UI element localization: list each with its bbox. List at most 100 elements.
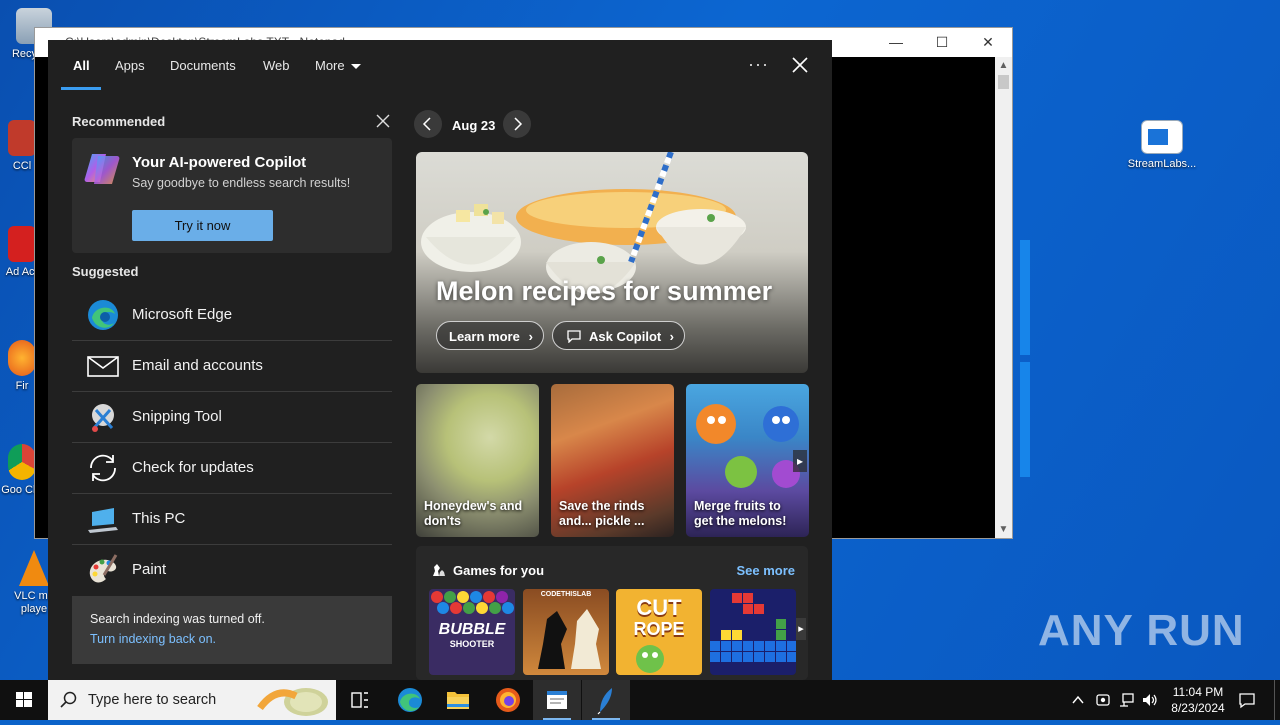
taskbar-edge[interactable] [386, 680, 434, 720]
network-icon[interactable] [1118, 691, 1136, 709]
tab-apps[interactable]: Apps [115, 58, 145, 73]
feather-pen-icon [597, 688, 612, 715]
copilot-icon [84, 154, 120, 184]
hero-card[interactable]: Melon recipes for summer Learn more › As… [416, 152, 808, 373]
clock-date: 8/23/2024 [1171, 701, 1225, 715]
search-icon [60, 691, 77, 708]
firefox-icon [8, 340, 36, 376]
suggested-item-label: Paint [132, 561, 167, 578]
story-card-honeydew[interactable]: Honeydew's and don'ts [416, 384, 539, 537]
tab-more[interactable]: More [315, 58, 361, 73]
games-next-icon[interactable]: ▸ [796, 618, 806, 640]
chess-piece-icon [433, 564, 445, 576]
paint-icon [89, 554, 118, 583]
refresh-icon [90, 454, 116, 482]
story-card-pickle[interactable]: Save the rinds and... pickle ... [551, 384, 674, 537]
close-window-button[interactable]: ✕ [965, 28, 1011, 56]
suggested-item-label: Check for updates [132, 459, 254, 476]
suggested-item-label: Microsoft Edge [132, 306, 233, 323]
next-day-button[interactable] [503, 110, 531, 138]
search-panel: All Apps Documents Web More ··· Recommen… [48, 40, 832, 680]
minimize-button[interactable]: — [873, 28, 919, 56]
start-button[interactable] [0, 680, 48, 720]
taskbar-search-box[interactable]: Type here to search [48, 680, 336, 720]
chevron-right-icon: › [669, 329, 674, 344]
suggested-item-snipping-tool[interactable]: Snipping Tool [72, 392, 392, 443]
hero-title: Melon recipes for summer [436, 276, 773, 306]
previous-day-button[interactable] [414, 110, 442, 138]
chevron-right-icon: › [528, 329, 533, 344]
ccleaner-icon [8, 120, 36, 156]
maximize-button[interactable]: ☐ [919, 28, 965, 56]
search-tabs: All Apps Documents Web More ··· [48, 40, 832, 90]
wallpaper-logo-pane [1020, 362, 1030, 477]
task-view-button[interactable] [336, 680, 384, 720]
suggested-item-label: This PC [132, 510, 186, 527]
show-hidden-icons-chevron-up-icon[interactable] [1070, 692, 1086, 708]
suggested-item-edge[interactable]: Microsoft Edge [72, 290, 392, 341]
game-chess[interactable]: CODETHISLAB [523, 589, 609, 675]
vertical-scrollbar[interactable]: ▲ ▼ [995, 57, 1012, 538]
volume-icon[interactable] [1141, 691, 1159, 709]
copilot-subtitle: Say goodbye to endless search results! [132, 176, 351, 190]
clock-time: 11:04 PM [1172, 685, 1224, 699]
copilot-card[interactable]: Your AI-powered Copilot Say goodbye to e… [72, 138, 392, 253]
security-icon[interactable] [1094, 691, 1112, 709]
ask-copilot-label: Ask Copilot [589, 329, 662, 344]
desktop-icon-streamlabs[interactable]: StreamLabs... [1126, 120, 1198, 171]
taskbar-search-highlight[interactable] [582, 680, 630, 720]
taskbar-firefox[interactable] [484, 680, 532, 720]
copilot-title: Your AI-powered Copilot [132, 154, 307, 171]
story-card-title: Save the rinds and... pickle ... [559, 499, 645, 528]
system-clock[interactable]: 11:04 PM 8/23/2024 [1162, 684, 1234, 716]
indexing-notice: Search indexing was turned off. Turn ind… [72, 596, 392, 664]
suggested-item-email[interactable]: Email and accounts [72, 341, 392, 392]
scrollbar-thumb[interactable] [998, 75, 1009, 89]
scroll-up-icon[interactable]: ▲ [995, 57, 1012, 74]
recommended-heading: Recommended [72, 114, 166, 129]
show-desktop-divider[interactable] [1274, 680, 1275, 720]
more-options-icon[interactable]: ··· [748, 54, 769, 75]
suggested-heading: Suggested [72, 264, 139, 279]
tab-documents[interactable]: Documents [170, 58, 236, 73]
games-section: Games for you See more BUBBLE SHOOTER CO… [416, 546, 808, 680]
active-tab-indicator [61, 87, 101, 90]
notepad-file-icon [1141, 120, 1183, 154]
game-bubble-shooter[interactable]: BUBBLE SHOOTER [429, 589, 515, 675]
fruit-characters-image [696, 404, 800, 488]
game-cut-the-rope[interactable]: CUT ROPE [616, 589, 702, 675]
scroll-down-icon[interactable]: ▼ [995, 521, 1012, 538]
suggested-item-this-pc[interactable]: This PC [72, 494, 392, 545]
learn-more-button[interactable]: Learn more › [436, 321, 544, 350]
tab-all[interactable]: All [73, 58, 90, 73]
carousel-next-icon[interactable]: ▸ [793, 450, 807, 472]
story-card-title: Merge fruits to get the melons! [694, 499, 787, 528]
indexing-message: Search indexing was turned off. [90, 612, 265, 626]
taskbar-notepad[interactable] [533, 680, 581, 720]
search-highlight-melon-image [257, 688, 328, 716]
tab-web[interactable]: Web [263, 58, 290, 73]
windows-logo-icon [16, 692, 32, 707]
chat-bubble-icon [567, 330, 581, 343]
edge-icon [398, 688, 422, 712]
see-more-link[interactable]: See more [736, 563, 795, 578]
games-heading: Games for you [453, 563, 545, 578]
game-block-puzzle[interactable] [710, 589, 796, 675]
story-card-merge-fruits[interactable]: ▸ Merge fruits to get the melons! [686, 384, 809, 537]
try-it-now-button[interactable]: Try it now [132, 210, 273, 241]
task-view-icon [351, 692, 368, 708]
turn-indexing-on-link[interactable]: Turn indexing back on. [90, 632, 216, 646]
close-icon[interactable] [790, 55, 810, 75]
chrome-icon [8, 444, 36, 480]
date-label: Aug 23 [452, 118, 496, 133]
notifications-icon[interactable] [1238, 691, 1256, 709]
taskbar-file-explorer[interactable] [434, 680, 482, 720]
game-title-line1: BUBBLE [438, 621, 506, 638]
ask-copilot-button[interactable]: Ask Copilot › [552, 321, 685, 350]
story-card-title: Honeydew's and don'ts [424, 499, 523, 528]
chevron-right-icon [514, 117, 523, 131]
suggested-item-paint[interactable]: Paint [72, 545, 392, 595]
dismiss-recommended-icon[interactable] [376, 114, 390, 128]
firefox-icon [496, 688, 520, 712]
suggested-item-check-updates[interactable]: Check for updates [72, 443, 392, 494]
